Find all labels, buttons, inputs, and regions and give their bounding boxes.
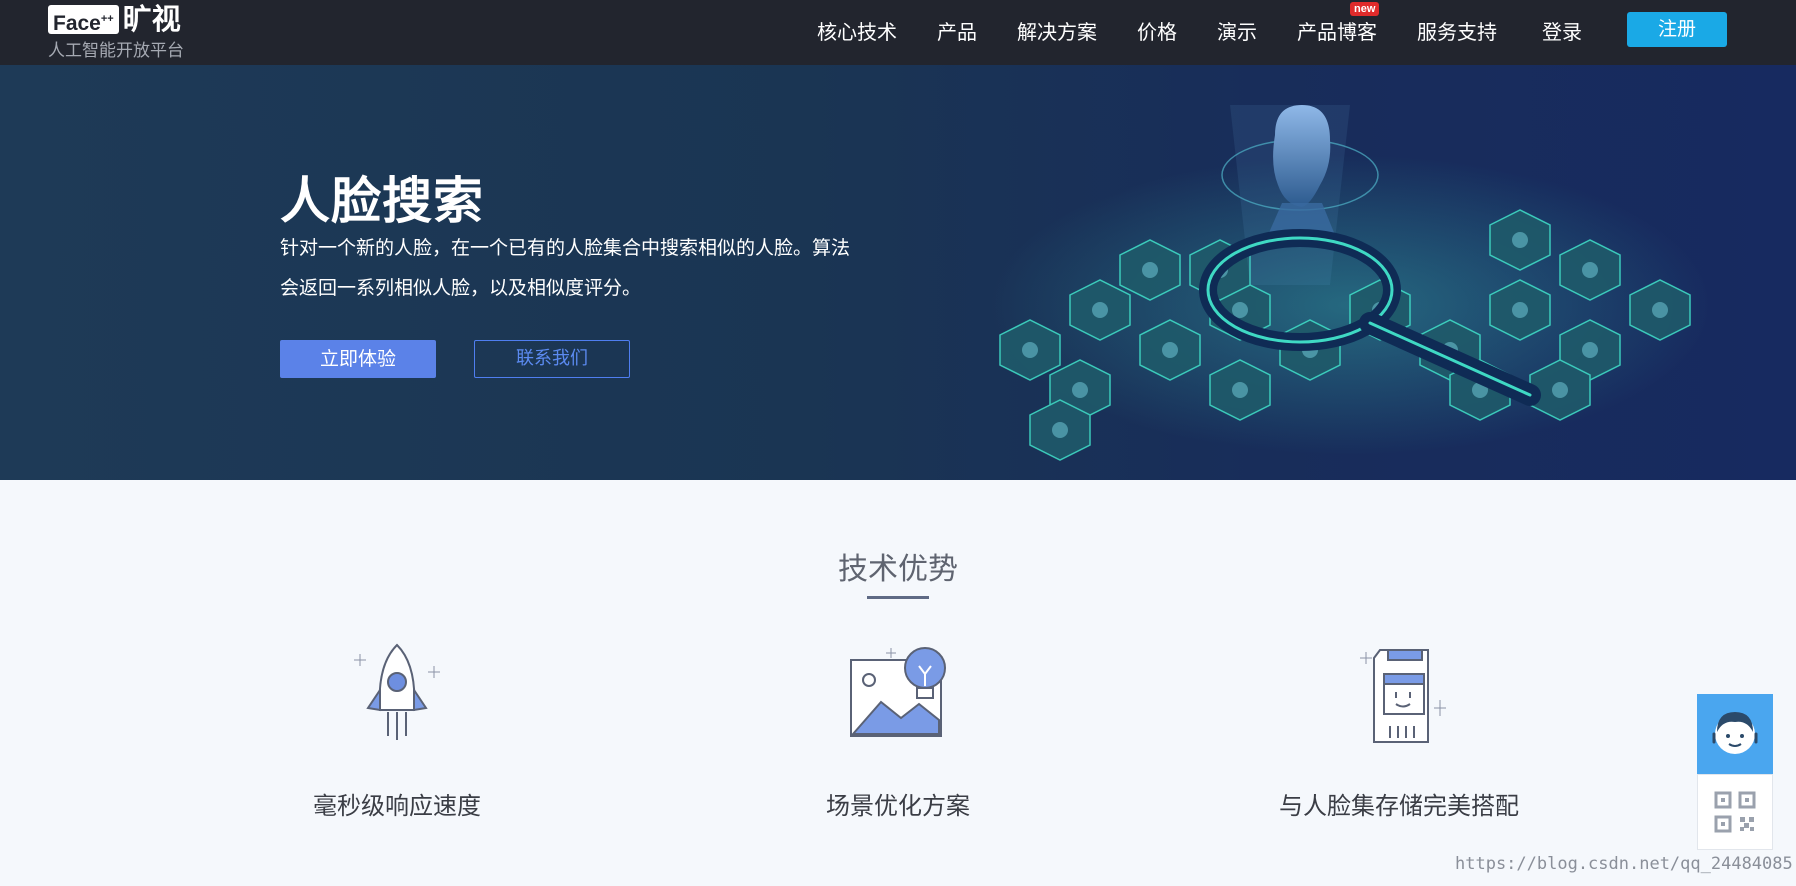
rocket-icon xyxy=(354,643,440,740)
feature-item: 毫秒级响应速度 xyxy=(217,640,577,821)
faceplusplus-logo[interactable]: Face++ 旷视 人工智能开放平台 xyxy=(48,4,184,61)
customer-service-button[interactable] xyxy=(1697,694,1773,774)
nav-item-blog-label: 产品博客 xyxy=(1297,20,1377,44)
face-search-illustration xyxy=(990,105,1710,461)
qr-code-icon xyxy=(1714,791,1756,833)
nav-item-solutions[interactable]: 解决方案 xyxy=(1017,16,1097,45)
scene-lightbulb-icon xyxy=(850,647,946,737)
feature-label: 场景优化方案 xyxy=(826,792,970,820)
section-title-underline xyxy=(867,596,929,599)
login-link[interactable]: 登录 xyxy=(1542,16,1582,45)
nav-item-demo[interactable]: 演示 xyxy=(1217,16,1257,45)
nav-item-pricing[interactable]: 价格 xyxy=(1137,16,1177,45)
try-now-button[interactable]: 立即体验 xyxy=(280,340,436,378)
url-watermark: https://blog.csdn.net/qq_24484085 xyxy=(1455,854,1793,874)
logo-brand-name: 旷视 xyxy=(122,2,181,36)
feature-label: 与人脸集存储完美搭配 xyxy=(1279,792,1519,820)
contact-us-button[interactable]: 联系我们 xyxy=(474,340,630,378)
hero-title: 人脸搜索 xyxy=(280,172,484,230)
new-badge: new xyxy=(1350,2,1380,16)
hero-description: 针对一个新的人脸，在一个已有的人脸集合中搜索相似的人脸。算法 会返回一系列相似人… xyxy=(280,228,895,308)
hero-description-line: 会返回一系列相似人脸，以及相似度评分。 xyxy=(280,277,642,299)
feature-item: 场景优化方案 xyxy=(718,640,1078,821)
top-navbar: Face++ 旷视 人工智能开放平台 核心技术 产品 解决方案 价格 演示 产品… xyxy=(0,0,1796,65)
feature-label: 毫秒级响应速度 xyxy=(313,792,481,820)
qr-code-button[interactable] xyxy=(1697,774,1773,850)
hero-description-line: 针对一个新的人脸，在一个已有的人脸集合中搜索相似的人脸。算法 xyxy=(280,237,851,259)
logo-subtitle: 人工智能开放平台 xyxy=(48,41,184,61)
customer-service-icon xyxy=(1712,712,1758,754)
nav-item-core-tech[interactable]: 核心技术 xyxy=(817,16,897,45)
hero-banner: 人脸搜索 针对一个新的人脸，在一个已有的人脸集合中搜索相似的人脸。算法 会返回一… xyxy=(0,65,1796,480)
section-title: 技术优势 xyxy=(838,552,958,587)
register-button[interactable]: 注册 xyxy=(1627,12,1727,47)
nav-item-blog[interactable]: 产品博客 new xyxy=(1297,2,1380,45)
logo-face-mark: Face++ xyxy=(48,4,119,35)
feature-item: 与人脸集存储完美搭配 xyxy=(1219,640,1579,821)
nav-item-support[interactable]: 服务支持 xyxy=(1417,16,1497,45)
storage-card-icon xyxy=(1360,649,1446,743)
nav-item-products[interactable]: 产品 xyxy=(937,16,977,45)
